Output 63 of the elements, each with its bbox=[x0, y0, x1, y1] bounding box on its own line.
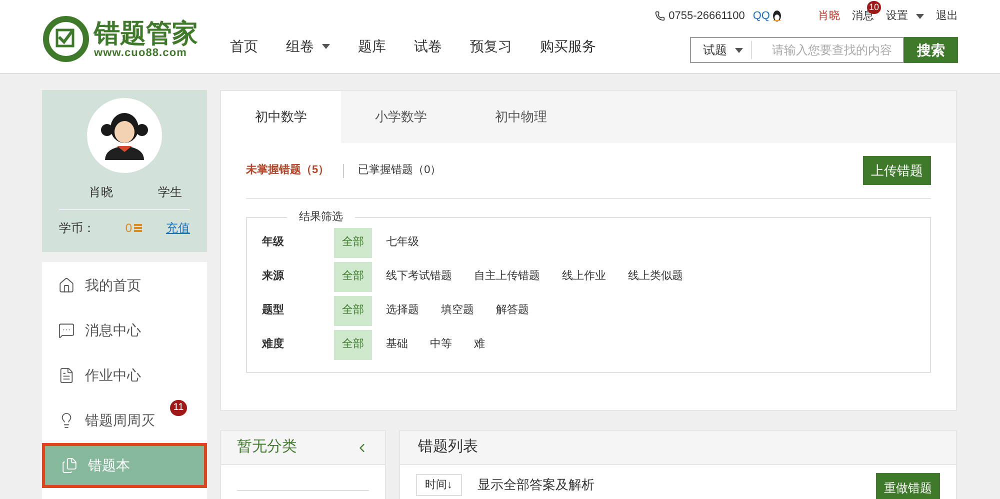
count-badge: 11 bbox=[170, 400, 187, 416]
nav-link[interactable]: 试卷 bbox=[414, 36, 442, 56]
filter-label: 题型 bbox=[262, 302, 285, 318]
nav-link[interactable]: 预复习 bbox=[470, 36, 512, 56]
nav-link[interactable]: 组卷 bbox=[286, 36, 330, 56]
filter-option[interactable]: 全部 bbox=[334, 228, 372, 258]
nav-link[interactable]: 购买服务 bbox=[540, 36, 596, 56]
filter-label: 难度 bbox=[262, 336, 285, 352]
user-name: 肖晓 bbox=[89, 184, 113, 201]
filter-option[interactable]: 填空题 bbox=[433, 296, 482, 326]
files-icon bbox=[61, 457, 78, 474]
filter-label: 年级 bbox=[262, 234, 285, 250]
coins-icon bbox=[134, 224, 142, 232]
settings-link[interactable]: 设置 bbox=[886, 8, 924, 24]
coins-value: 0 bbox=[125, 220, 132, 237]
filter-option[interactable]: 全部 bbox=[334, 296, 372, 326]
filter-option[interactable]: 全部 bbox=[334, 330, 372, 360]
nav-link[interactable]: 首页 bbox=[230, 36, 258, 56]
status-tab[interactable]: 已掌握错题（0） bbox=[358, 162, 442, 179]
logout-link[interactable]: 退出 bbox=[936, 8, 958, 24]
category-title: 暂无分类 bbox=[237, 437, 297, 458]
show-answers-text[interactable]: 显示全部答案及解析 bbox=[478, 475, 594, 495]
recharge-link[interactable]: 充值 bbox=[166, 219, 190, 237]
filter-option[interactable]: 自主上传错题 bbox=[466, 262, 548, 292]
sort-button[interactable]: 时间↓ bbox=[416, 474, 462, 496]
status-tab[interactable]: 未掌握错题（5） bbox=[246, 162, 330, 179]
chat-icon bbox=[58, 322, 75, 339]
list-title: 错题列表 bbox=[418, 437, 478, 458]
filter-option[interactable]: 七年级 bbox=[378, 228, 427, 258]
logo-text: 错题管家 bbox=[94, 19, 198, 47]
phone-icon bbox=[654, 11, 665, 21]
nav-link[interactable]: 题库 bbox=[358, 36, 386, 56]
filter-option[interactable]: 线上作业 bbox=[554, 262, 614, 292]
coins-label: 学币： bbox=[59, 220, 95, 237]
document-icon bbox=[58, 367, 75, 384]
sidebar-item[interactable]: 作业中心 bbox=[42, 353, 207, 398]
penguin-icon bbox=[772, 10, 782, 22]
logo-url: www.cuo88.com bbox=[94, 47, 188, 59]
upload-button[interactable]: 上传错题 bbox=[863, 156, 931, 185]
filter-option[interactable]: 线下考试错题 bbox=[378, 262, 460, 292]
filter-label: 来源 bbox=[262, 268, 285, 284]
filter-option[interactable]: 基础 bbox=[378, 330, 416, 360]
search-button[interactable]: 搜索 bbox=[904, 37, 958, 63]
caret-icon bbox=[916, 14, 924, 18]
filter-option[interactable]: 线上类似题 bbox=[620, 262, 691, 292]
filter-option[interactable]: 中等 bbox=[422, 330, 460, 360]
qq-link[interactable]: QQ bbox=[752, 8, 770, 24]
user-link[interactable]: 肖晓 bbox=[818, 8, 840, 24]
caret-icon bbox=[322, 44, 330, 48]
sidebar-item[interactable]: 消息中心 bbox=[42, 308, 207, 353]
user-role: 学生 bbox=[158, 184, 182, 201]
redo-button[interactable]: 重做错题 bbox=[876, 473, 940, 499]
phone-number: 0755-26661100 bbox=[668, 8, 745, 24]
home-icon bbox=[58, 277, 75, 294]
filter-option[interactable]: 难 bbox=[466, 330, 493, 360]
sidebar-item[interactable]: 我的首页 bbox=[42, 263, 207, 308]
filter-title: 结果筛选 bbox=[298, 210, 344, 225]
subject-tab[interactable]: 初中数学 bbox=[221, 91, 341, 143]
sidebar-item[interactable]: 错题周周灭 11 bbox=[42, 398, 207, 443]
filter-option[interactable]: 解答题 bbox=[488, 296, 537, 326]
filter-option[interactable]: 选择题 bbox=[378, 296, 427, 326]
logo-icon bbox=[42, 15, 90, 63]
filter-option[interactable]: 全部 bbox=[334, 262, 372, 292]
